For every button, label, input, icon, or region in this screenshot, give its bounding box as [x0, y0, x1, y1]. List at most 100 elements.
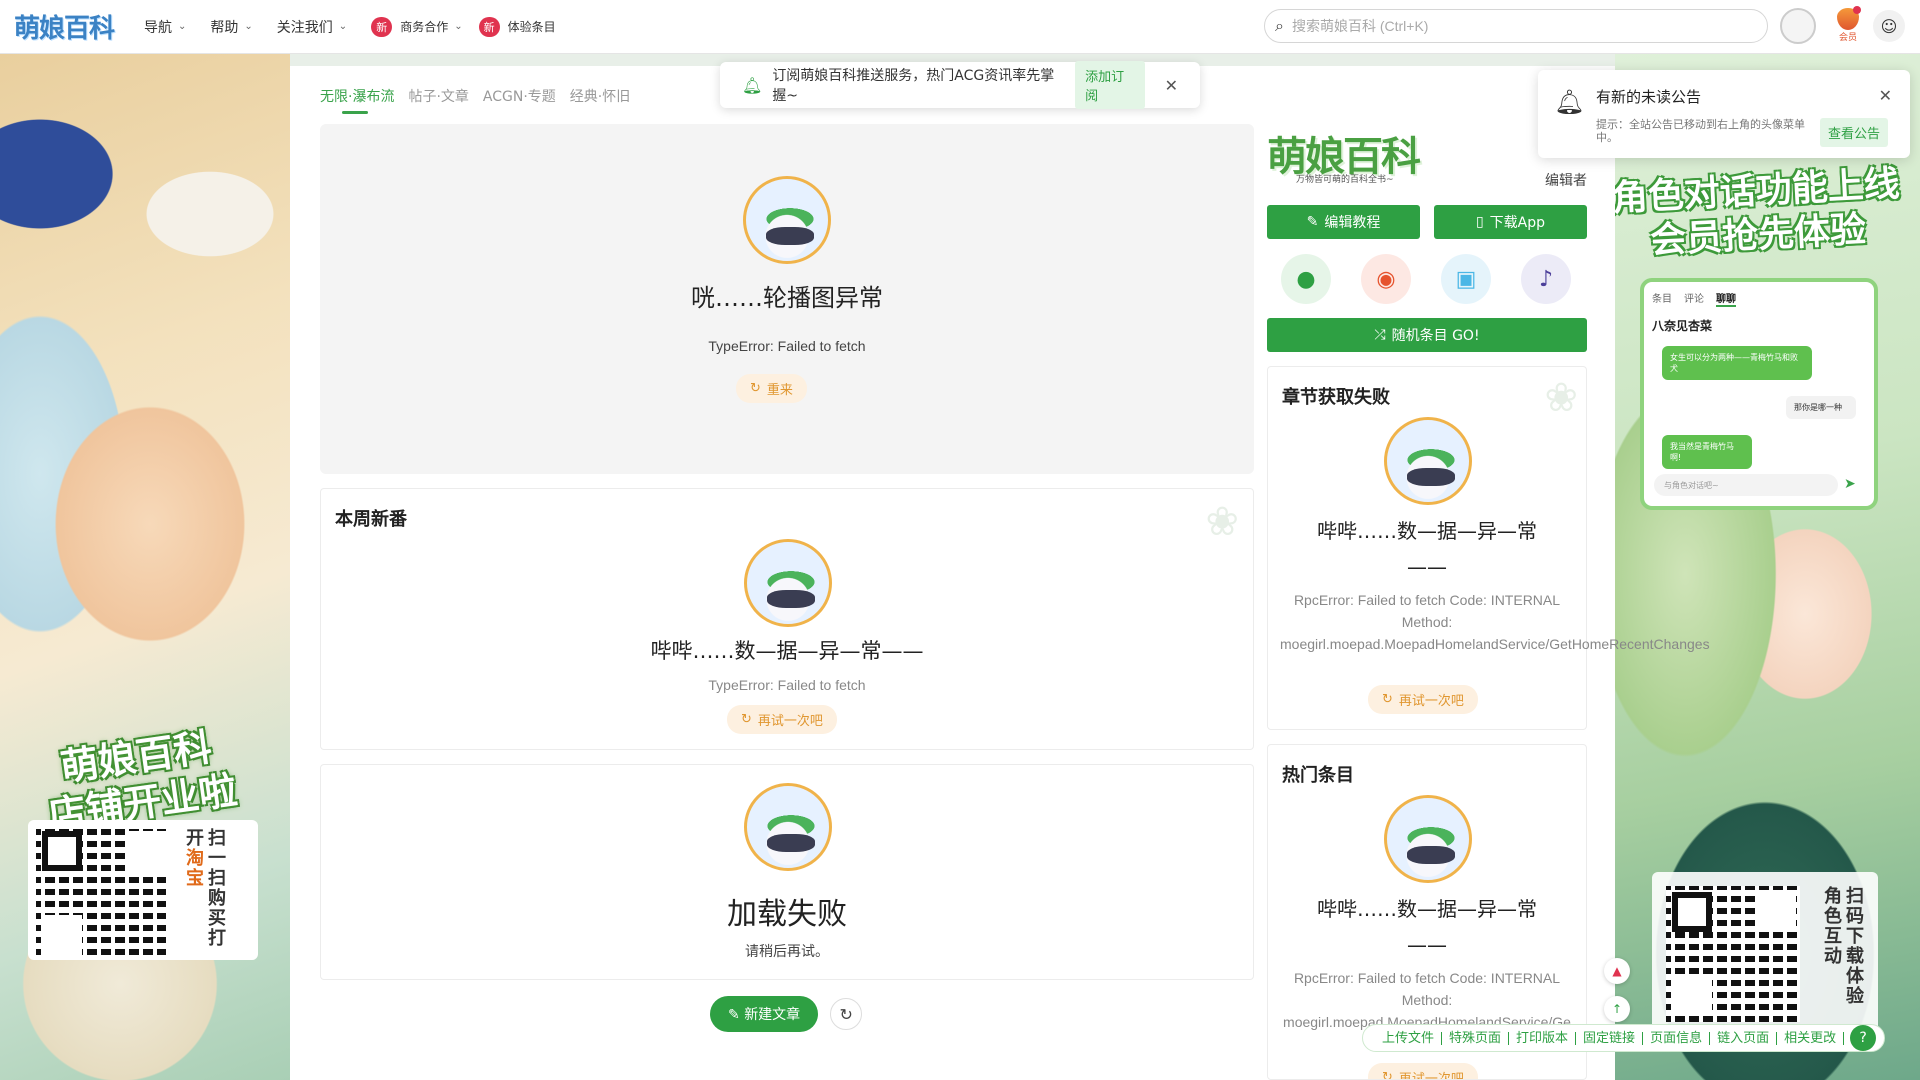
paw-icon: ❀ [1205, 499, 1239, 545]
edit-icon: ✎ [1306, 214, 1319, 230]
feed-tabs: 无限·瀑布流 帖子·文章 ACGN·专题 经典·怀旧 [320, 86, 630, 114]
paw-icon: ❀ [1544, 375, 1578, 421]
new-article-label: 新建文章 [744, 1007, 801, 1023]
tool-page-info[interactable]: 页面信息 [1643, 1031, 1711, 1045]
tab-waterfall[interactable]: 无限·瀑布流 [320, 86, 394, 114]
announcement-tip: 提示：全站公告已移动到右上角的头像菜单中。 [1596, 118, 1805, 144]
phone-chat-preview: 条目 评论 聊聊 八奈见杏菜 女生可以分为两种——青梅竹马和败犬 那你是哪一种 … [1640, 278, 1878, 510]
chapter-retry-button[interactable]: ↻ 再试一次吧 [1368, 685, 1478, 714]
carousel-error-title: 咣……轮播图异常 [691, 284, 883, 312]
tab-classic[interactable]: 经典·怀旧 [570, 86, 630, 106]
vip-badge[interactable]: 会员 [1834, 6, 1862, 43]
weekly-error-message: TypeError: Failed to fetch [708, 677, 866, 693]
nav-menu-help[interactable]: 帮助 ⌄ [210, 17, 252, 37]
user-avatar[interactable] [1780, 8, 1816, 44]
chapter-error-title: 哔哔……数—据—异—常—— [1317, 519, 1537, 579]
nav-menu-navigation[interactable]: 导航 ⌄ [144, 17, 186, 37]
search-input[interactable] [1291, 18, 1732, 34]
weekly-retry-button[interactable]: ↻ 再试一次吧 [727, 705, 837, 734]
retry-label: 再试一次吧 [1398, 694, 1464, 709]
back-to-top-icon[interactable]: ↑ [1604, 996, 1630, 1022]
chat-bubble: 女生可以分为两种——青梅竹马和败犬 [1662, 346, 1812, 380]
load-fail-title: 加载失败 [727, 897, 847, 932]
tool-what-links-here[interactable]: 链入页面 [1710, 1031, 1778, 1045]
help-icon[interactable]: ? [1850, 1025, 1877, 1051]
close-icon[interactable]: ✕ [1165, 76, 1178, 95]
subscribe-banner: 🔔︎ 订阅萌娘百科推送服务，热门ACG资讯率先掌握~ 添加订阅 ✕ [720, 61, 1200, 109]
qr-caption-right: 扫码下载体验角色互动 [1820, 886, 1864, 1018]
feed-actions: ✎ 新建文章 ↻ [710, 996, 863, 1032]
qr-caption-left: 扫一扫购买打开淘宝 [182, 828, 226, 952]
qr-caption-taobao: 淘宝 [183, 848, 204, 888]
tool-upload-file[interactable]: 上传文件 [1375, 1031, 1443, 1045]
phone-tab-entry: 条目 [1652, 294, 1672, 305]
hot-retry-button[interactable]: ↻ 再试一次吧 [1368, 1063, 1478, 1080]
carousel-card: 咣……轮播图异常 TypeError: Failed to fetch ↻ 重来 [320, 124, 1254, 474]
nav-label: 商务合作 [400, 20, 449, 34]
new-badge: 新 [478, 16, 500, 37]
refresh-icon: ↻ [1382, 1070, 1393, 1080]
tool-related-changes[interactable]: 相关更改 [1777, 1031, 1845, 1045]
sidebar-editor-label: 编辑者 [1545, 173, 1587, 189]
mascot-image [1384, 417, 1472, 505]
new-badge: 新 [371, 16, 393, 37]
chapter-card: 章节获取失败 ❀ 哔哔……数—据—异—常—— RpcError: Failed … [1267, 366, 1710, 730]
chevron-down-icon: ⌄ [454, 21, 463, 32]
random-entry-button[interactable]: ⤮ 随机条目 GO! [1267, 318, 1587, 352]
search-box[interactable]: ⌕ [1264, 9, 1768, 43]
weibo-icon[interactable]: ◉ [1361, 254, 1411, 304]
view-announcement-button[interactable]: 查看公告 [1819, 118, 1888, 147]
chevron-down-icon: ⌄ [244, 21, 253, 32]
nav-menu-follow[interactable]: 关注我们 ⌄ [277, 17, 347, 37]
announcement-popup: 🔔︎ 有新的未读公告 提示：全站公告已移动到右上角的头像菜单中。 查看公告 ✕ [1538, 70, 1910, 158]
phone-character-name: 八奈见杏菜 [1652, 319, 1713, 333]
nav-label: 体验条目 [507, 20, 556, 34]
qr-caption-scan: 扫一扫购买 [205, 828, 226, 928]
nav-business-cooperation[interactable]: 新商务合作 ⌄ [371, 16, 463, 37]
card-title: 章节获取失败 [1282, 387, 1390, 408]
phone-chat-input: 与角色对话吧~ [1654, 474, 1838, 496]
mascot-image [1384, 795, 1472, 883]
new-article-button[interactable]: ✎ 新建文章 [710, 996, 819, 1032]
refresh-icon: ↻ [839, 1004, 853, 1024]
tab-acgn[interactable]: ACGN·专题 [483, 86, 556, 106]
retry-label: 再试一次吧 [757, 714, 823, 729]
close-icon[interactable]: ✕ [1879, 86, 1892, 105]
add-subscription-button[interactable]: 添加订阅 [1075, 61, 1145, 109]
nav-trial-entry[interactable]: 新体验条目 [478, 16, 556, 37]
bilibili-icon[interactable]: ▣ [1441, 254, 1491, 304]
phone-tabs: 条目 评论 聊聊 [1652, 290, 1866, 307]
taobao-qr-code [36, 825, 166, 955]
tool-print-version[interactable]: 打印版本 [1509, 1031, 1577, 1045]
refresh-icon: ↻ [741, 712, 752, 727]
refresh-icon: ↻ [1382, 692, 1393, 707]
phone-tab-comment: 评论 [1684, 294, 1704, 305]
report-icon[interactable]: ▲ [1604, 958, 1630, 984]
wechat-icon[interactable]: ● [1281, 254, 1331, 304]
carousel-retry-button[interactable]: ↻ 重来 [736, 374, 807, 403]
download-app-button[interactable]: ▯ 下载App [1434, 205, 1587, 239]
mascot-image [743, 176, 831, 264]
vip-label: 会员 [1838, 33, 1857, 43]
tab-posts[interactable]: 帖子·文章 [408, 86, 468, 106]
tool-permanent-link[interactable]: 固定链接 [1576, 1031, 1644, 1045]
chapter-error-message: RpcError: Failed to fetch Code: INTERNAL… [1280, 592, 1710, 652]
edit-tutorial-button[interactable]: ✎ 编辑教程 [1267, 205, 1420, 239]
douyin-icon[interactable]: ♪ [1521, 254, 1571, 304]
card-title: 本周新番 [335, 509, 407, 530]
emoji-icon[interactable]: ☺ [1873, 10, 1905, 42]
chat-bubble: 我当然是青梅竹马啊! [1662, 435, 1752, 469]
tool-special-pages[interactable]: 特殊页面 [1442, 1031, 1510, 1045]
load-fail-message: 请稍后再试。 [745, 943, 829, 959]
retry-label: 再试一次吧 [1398, 1072, 1464, 1080]
refresh-button[interactable]: ↻ [830, 998, 863, 1030]
left-qr-card[interactable]: 扫一扫购买打开淘宝 [28, 820, 258, 960]
sidebar-subtitle: 万物皆可萌的百科全书~ [1296, 175, 1394, 185]
search-icon: ⌕ [1275, 16, 1284, 35]
bell-icon: 🔔︎ [1554, 88, 1585, 116]
download-app-label: 下载App [1489, 215, 1546, 231]
site-logo[interactable]: 萌娘百科 [14, 8, 115, 45]
right-qr-card[interactable]: 扫码下载体验角色互动 [1652, 872, 1878, 1032]
weekly-anime-card: 本周新番 ❀ 哔哔……数—据—异—常—— TypeError: Failed t… [320, 488, 1254, 750]
mascot-image [744, 783, 832, 871]
